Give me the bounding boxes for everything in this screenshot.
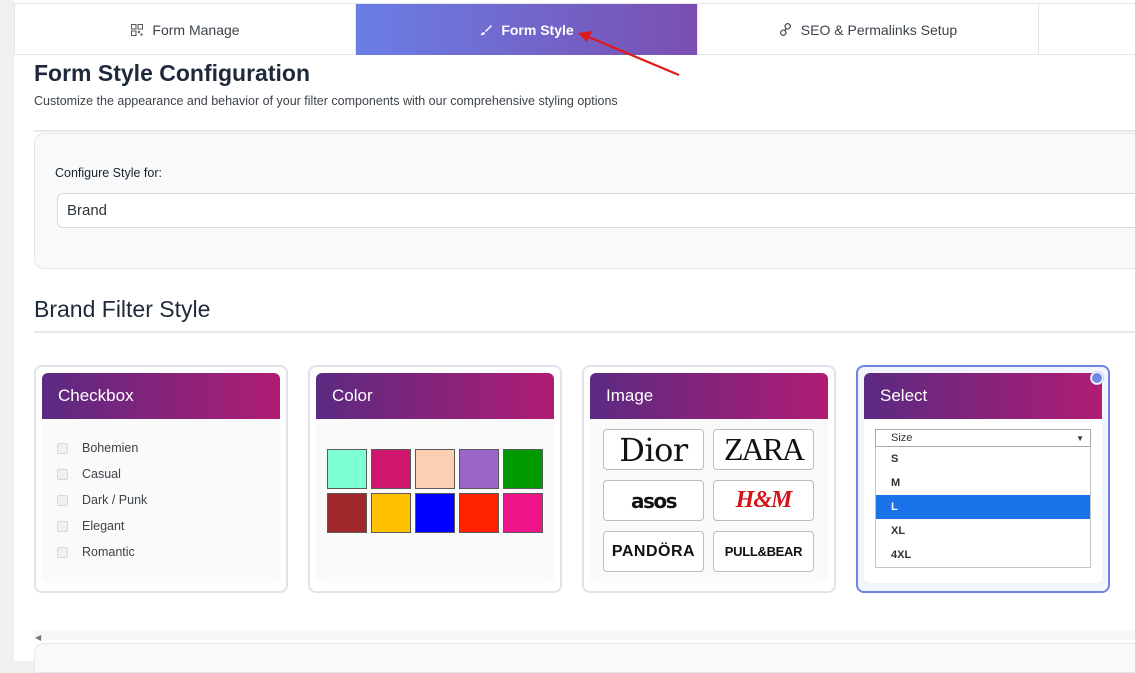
brand-logo-pandora[interactable]: PANDÖRA [603,531,704,572]
brand-logo-asos[interactable]: asos [603,480,704,521]
qr-grid-icon [130,23,144,37]
style-card-checkbox[interactable]: Checkbox Bohemien Casual Dark / Punk Ele… [34,365,288,593]
select-option-active[interactable]: L [876,495,1090,519]
checkbox-label: Bohemien [82,441,139,455]
style-card-color[interactable]: Color [308,365,562,593]
style-card-image[interactable]: Image Dior ZARA asos H&M PANDÖRA PULL&BE… [582,365,836,593]
config-label: Configure Style for: [55,166,162,180]
color-swatch[interactable] [459,493,499,533]
selected-radio-icon[interactable] [1090,371,1104,385]
card-body: Checkbox Bohemien Casual Dark / Punk Ele… [42,373,280,583]
list-item: Casual [57,461,280,487]
page-subtitle: Customize the appearance and behavior of… [34,94,618,108]
checkbox-list: Bohemien Casual Dark / Punk Elegant Roma… [42,419,280,565]
brush-icon [479,23,493,37]
page: Form Manage Form Style SEO & Permalinks … [14,0,1135,673]
select-option[interactable]: M [876,471,1090,495]
select-option[interactable]: S [876,447,1090,471]
card-title: Checkbox [42,373,280,419]
checkbox[interactable] [57,546,68,558]
brand-logo-hm[interactable]: H&M [713,480,814,521]
divider [34,331,1135,333]
tab-empty [1039,3,1135,55]
checkbox-label: Casual [82,467,121,481]
card-body: Color [316,373,554,583]
checkbox-label: Dark / Punk [82,493,148,507]
color-swatch[interactable] [371,493,411,533]
brand-logo-zara[interactable]: ZARA [713,429,814,470]
checkbox[interactable] [57,442,68,454]
brand-logo-dior[interactable]: Dior [603,429,704,470]
checkbox[interactable] [57,520,68,532]
annotation-arrow-icon [578,31,680,77]
color-swatch[interactable] [327,449,367,489]
tab-seo-permalinks[interactable]: SEO & Permalinks Setup [698,3,1039,55]
color-swatch[interactable] [503,493,543,533]
select-options: S M L XL 4XL [875,447,1091,568]
list-item: Dark / Punk [57,487,280,513]
card-title: Select [864,373,1102,419]
page-title: Form Style Configuration [34,60,310,86]
checkbox-label: Elegant [82,519,125,533]
color-swatch[interactable] [371,449,411,489]
card-title: Image [590,373,828,419]
section-title: Brand Filter Style [34,296,211,322]
link-icon [779,23,793,37]
style-card-select[interactable]: Select Size ▼ S M L XL 4XL [856,365,1110,593]
next-panel [34,643,1135,673]
card-title: Color [316,373,554,419]
size-select[interactable]: Size ▼ [875,429,1091,447]
card-body: Select Size ▼ S M L XL 4XL [864,373,1102,583]
radio-dot [1092,373,1102,383]
tab-label: Form Style [501,21,574,38]
color-swatch[interactable] [459,449,499,489]
color-swatch[interactable] [415,493,455,533]
card-body: Image Dior ZARA asos H&M PANDÖRA PULL&BE… [590,373,828,583]
scroll-left-icon[interactable]: ◀ [35,633,41,642]
horizontal-scrollbar[interactable] [34,630,1135,640]
brand-logo-pullbear[interactable]: PULL&BEAR [713,531,814,572]
tab-label: SEO & Permalinks Setup [800,21,958,38]
select-option[interactable]: 4XL [876,543,1090,567]
brand-logo-grid: Dior ZARA asos H&M PANDÖRA PULL&BEAR [603,429,814,572]
color-swatch[interactable] [415,449,455,489]
list-item: Elegant [57,513,280,539]
caret-down-icon: ▼ [1076,433,1084,443]
tab-label: Form Manage [152,21,240,38]
tab-form-manage[interactable]: Form Manage [14,3,356,55]
checkbox[interactable] [57,494,68,506]
config-panel: Configure Style for: Brand [34,133,1135,269]
color-swatch[interactable] [503,449,543,489]
list-item: Bohemien [57,435,280,461]
divider [34,130,1135,132]
select-option[interactable]: XL [876,519,1090,543]
color-swatch-grid [327,449,543,533]
checkbox-label: Romantic [82,545,135,559]
select-placeholder: Size [891,432,913,444]
checkbox[interactable] [57,468,68,480]
select-preview: Size ▼ S M L XL 4XL [875,429,1091,568]
color-swatch[interactable] [327,493,367,533]
configure-style-select[interactable]: Brand [57,193,1135,228]
list-item: Romantic [57,539,280,565]
